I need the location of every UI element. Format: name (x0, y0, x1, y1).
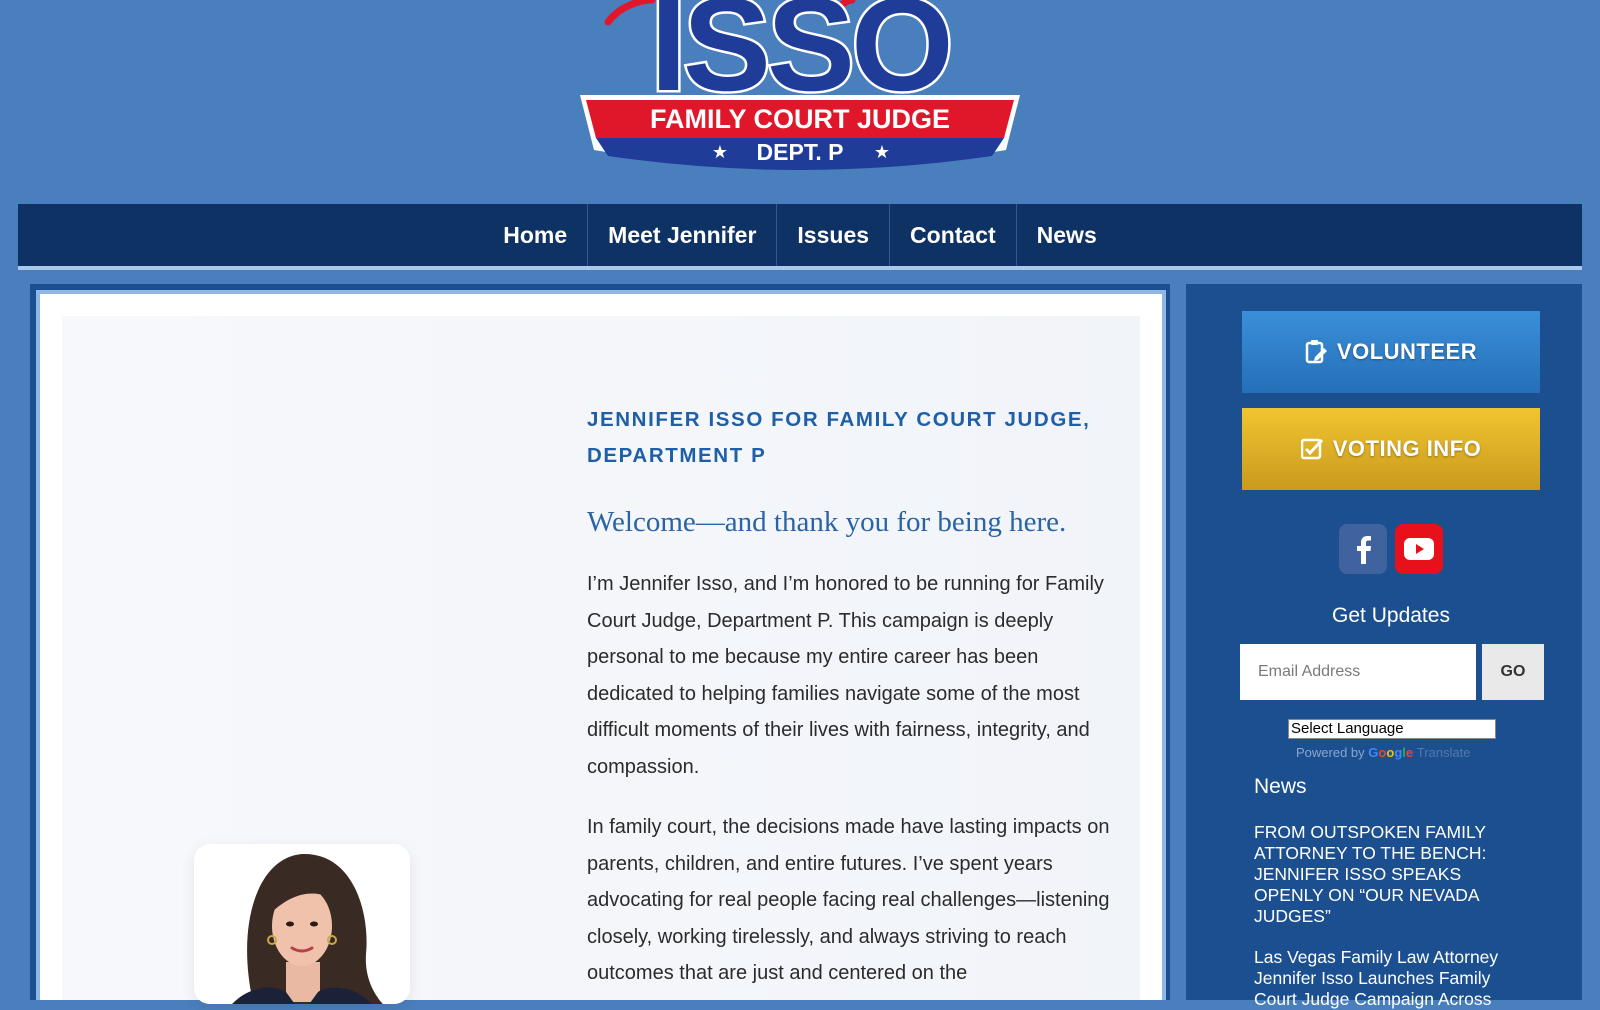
powered-by-text: Powered by (1296, 745, 1365, 760)
youtube-icon[interactable] (1395, 524, 1443, 574)
news-heading: News (1254, 775, 1307, 798)
star-icon: ★ (874, 142, 890, 162)
go-button[interactable]: GO (1482, 644, 1544, 700)
nav-item-news[interactable]: News (1015, 204, 1117, 266)
nav-item-meet-jennifer[interactable]: Meet Jennifer (587, 204, 776, 266)
main-nav: Home Meet Jennifer Issues Contact News (18, 204, 1582, 270)
news-link[interactable]: Las Vegas Family Law Attorney Jennifer I… (1254, 947, 1534, 1010)
volunteer-button[interactable]: VOLUNTEER (1242, 311, 1540, 393)
welcome-heading: Welcome—and thank you for being here. (587, 506, 1067, 538)
voting-info-label: VOTING INFO (1332, 436, 1482, 461)
logo-band-text: FAMILY COURT JUDGE (650, 104, 950, 134)
nav-item-home[interactable]: Home (483, 204, 587, 266)
clipboard-edit-icon (1305, 340, 1327, 364)
facebook-icon[interactable] (1339, 524, 1387, 574)
checkbox-icon (1300, 437, 1323, 461)
star-icon: ★ (712, 142, 728, 162)
candidate-photo (194, 844, 410, 1004)
intro-paragraph: In family court, the decisions made have… (587, 816, 1110, 984)
get-updates-heading: Get Updates (1332, 604, 1450, 627)
email-field[interactable] (1240, 644, 1476, 700)
intro-text: JENNIFER ISSO FOR FAMILY COURT JUDGE, DE… (587, 402, 1117, 992)
nav-item-issues[interactable]: Issues (776, 204, 889, 266)
translate-link[interactable]: Translate (1417, 745, 1471, 760)
campaign-logo[interactable]: ISSO FAMILY COURT JUDGE ★ DEPT. P ★ (580, 0, 1020, 180)
volunteer-label: VOLUNTEER (1336, 339, 1478, 364)
google-logo[interactable]: Google (1368, 745, 1416, 760)
google-translate-attribution: Powered by Google Translate (1296, 745, 1470, 760)
intro-paragraph: I’m Jennifer Isso, and I’m honored to be… (587, 573, 1104, 778)
language-select[interactable]: Select Language (1288, 719, 1496, 739)
voting-info-button[interactable]: VOTING INFO (1242, 408, 1540, 490)
news-link[interactable]: FROM OUTSPOKEN FAMILY ATTORNEY TO THE BE… (1254, 822, 1534, 927)
logo-dept-text: DEPT. P (757, 139, 844, 165)
nav-item-contact[interactable]: Contact (889, 204, 1016, 266)
page-headline: JENNIFER ISSO FOR FAMILY COURT JUDGE, DE… (587, 408, 1091, 467)
